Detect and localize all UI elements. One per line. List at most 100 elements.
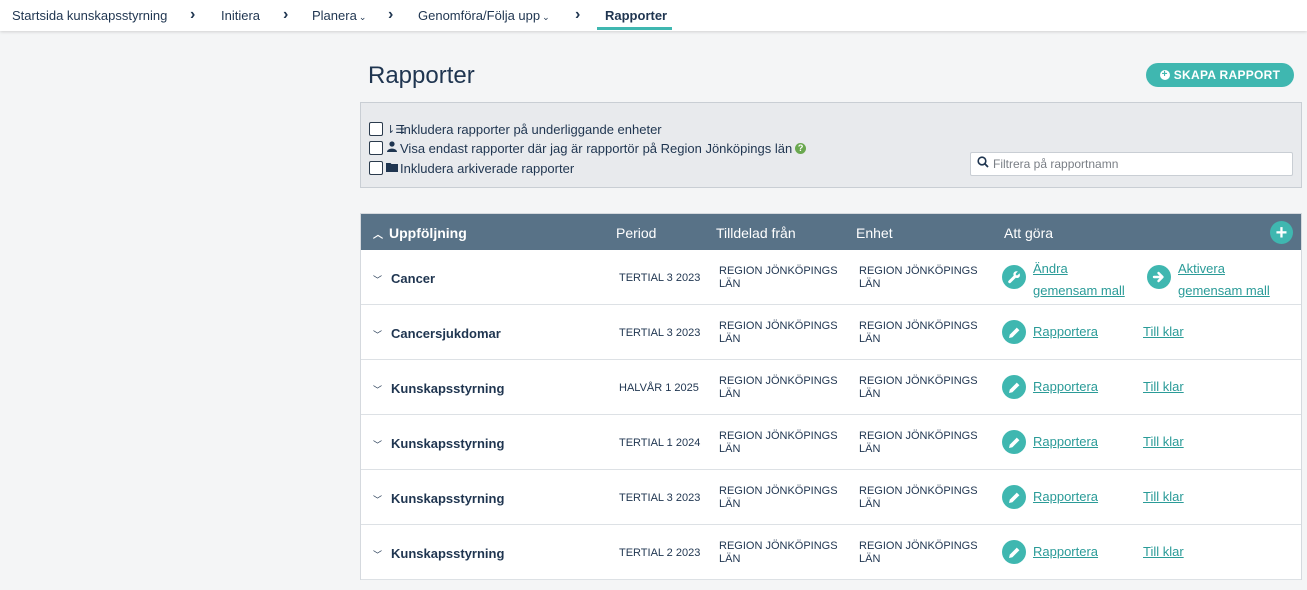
row-unit: REGION JÖNKÖPINGS LÄN [859, 485, 978, 510]
search-icon [977, 155, 989, 173]
row-unit: REGION JÖNKÖPINGS LÄN [859, 375, 978, 400]
user-icon [386, 141, 398, 155]
row-expand-toggle[interactable]: ﹀ Cancer [373, 271, 435, 286]
row-name: Cancersjukdomar [391, 326, 501, 341]
table-row: ﹀ Kunskapsstyrning TERTIAL 3 2023 REGION … [361, 470, 1301, 525]
activate-common-template-link[interactable]: Aktivera gemensam mall [1178, 258, 1288, 303]
report-link[interactable]: Rapportera [1033, 376, 1098, 398]
row-expand-toggle[interactable]: ﹀ Kunskapsstyrning [373, 546, 504, 561]
filter-include-archived[interactable]: Inkludera arkiverade rapporter [369, 160, 574, 176]
row-period: TERTIAL 1 2024 [619, 437, 701, 449]
row-period: HALVÅR 1 2025 [619, 382, 699, 394]
row-expand-toggle[interactable]: ﹀ Kunskapsstyrning [373, 381, 504, 396]
group-toggle[interactable]: ︿ Uppföljning [373, 225, 467, 241]
row-name: Cancer [391, 271, 436, 286]
row-period: TERTIAL 2 2023 [619, 547, 701, 559]
mark-done-link[interactable]: Till klar [1143, 486, 1184, 508]
reports-table: ︿ Uppföljning Period Tilldelad från Enhet… [360, 213, 1302, 580]
row-assigned-from: REGION JÖNKÖPINGS LÄN [719, 265, 838, 290]
wrench-icon[interactable] [1002, 265, 1026, 289]
breadcrumb: Startsida kunskapsstyrning › Initiera › … [0, 0, 1307, 31]
report-link[interactable]: Rapportera [1033, 321, 1098, 343]
pencil-icon[interactable] [1002, 320, 1026, 344]
chevron-down-icon: ﹀ [373, 275, 383, 285]
edit-common-template-link[interactable]: Ändra gemensam mall [1033, 258, 1133, 302]
report-link[interactable]: Rapportera [1033, 486, 1098, 508]
arrow-right-icon[interactable] [1147, 265, 1171, 289]
row-unit: REGION JÖNKÖPINGS LÄN [859, 430, 978, 455]
mark-done-link[interactable]: Till klar [1143, 321, 1184, 343]
pencil-icon[interactable] [1002, 430, 1026, 454]
row-expand-toggle[interactable]: ﹀ Cancersjukdomar [373, 326, 501, 341]
only-reporter-label: Visa endast rapporter där jag är rapport… [400, 140, 793, 156]
folder-icon [386, 162, 398, 175]
report-link[interactable]: Rapportera [1033, 541, 1098, 563]
row-expand-toggle[interactable]: ﹀ Kunskapsstyrning [373, 436, 504, 451]
filter-panel: ⇂☰ Inkludera rapporter på underliggande … [360, 102, 1302, 188]
row-name: Kunskapsstyrning [391, 491, 505, 506]
table-row: ﹀ Cancersjukdomar TERTIAL 3 2023 REGION J… [361, 305, 1301, 360]
table-header: ︿ Uppföljning Period Tilldelad från Enhet… [361, 214, 1301, 250]
breadcrumb-label: Genomföra/Följa upp [418, 8, 541, 23]
plus-circle-icon: + [1159, 69, 1170, 80]
chevron-down-icon: ﹀ [373, 495, 383, 505]
chevron-down-icon: ﹀ [373, 440, 383, 450]
include-sub-units-checkbox[interactable] [369, 122, 383, 136]
sort-list-icon: ⇂☰ [386, 123, 406, 136]
breadcrumb-item-startsida[interactable]: Startsida kunskapsstyrning [12, 8, 167, 23]
pencil-icon[interactable] [1002, 375, 1026, 399]
create-report-button[interactable]: + SKAPA RAPPORT [1146, 63, 1294, 87]
chevron-right-icon: › [388, 6, 394, 23]
breadcrumb-label: Planera [312, 8, 357, 23]
row-unit: REGION JÖNKÖPINGS LÄN [859, 540, 978, 565]
add-report-button[interactable]: + [1270, 221, 1293, 244]
chevron-down-icon: ﹀ [373, 550, 383, 560]
mark-done-link[interactable]: Till klar [1143, 376, 1184, 398]
chevron-right-icon: › [575, 6, 581, 23]
chevron-down-icon: ﹀ [373, 330, 383, 340]
chevron-down-icon: ﹀ [373, 385, 383, 395]
chevron-right-icon: › [283, 6, 289, 23]
row-period: TERTIAL 3 2023 [619, 327, 701, 339]
create-report-label: SKAPA RAPPORT [1173, 68, 1281, 82]
row-assigned-from: REGION JÖNKÖPINGS LÄN [719, 540, 838, 565]
column-period: Period [616, 225, 657, 241]
row-unit: REGION JÖNKÖPINGS LÄN [859, 265, 978, 290]
breadcrumb-item-planera[interactable]: Planera ⌄ [312, 8, 366, 23]
chevron-up-icon: ︿ [373, 230, 383, 241]
table-row: ﹀ Kunskapsstyrning TERTIAL 2 2023 REGION … [361, 525, 1301, 580]
column-assigned-from: Tilldelad från [716, 225, 796, 241]
column-todo: Att göra [1004, 225, 1054, 241]
report-link[interactable]: Rapportera [1033, 431, 1098, 453]
report-name-search-input[interactable] [993, 157, 1283, 171]
page-title: Rapporter [368, 62, 475, 89]
chevron-right-icon: › [190, 6, 196, 23]
row-unit: REGION JÖNKÖPINGS LÄN [859, 320, 978, 345]
include-archived-label: Inkludera arkiverade rapporter [400, 160, 575, 176]
table-row: ﹀ Kunskapsstyrning TERTIAL 1 2024 REGION … [361, 415, 1301, 470]
chevron-down-icon: ⌄ [358, 12, 367, 22]
row-expand-toggle[interactable]: ﹀ Kunskapsstyrning [373, 491, 504, 506]
breadcrumb-item-initiera[interactable]: Initiera [221, 8, 260, 23]
pencil-icon[interactable] [1002, 540, 1026, 564]
filter-include-sub-units[interactable]: ⇂☰ Inkludera rapporter på underliggande … [369, 121, 662, 137]
row-assigned-from: REGION JÖNKÖPINGS LÄN [719, 375, 838, 400]
breadcrumb-item-genomfora[interactable]: Genomföra/Följa upp ⌄ [418, 8, 550, 23]
mark-done-link[interactable]: Till klar [1143, 541, 1184, 563]
include-archived-checkbox[interactable] [369, 161, 383, 175]
row-period: TERTIAL 3 2023 [619, 492, 701, 504]
mark-done-link[interactable]: Till klar [1143, 431, 1184, 453]
pencil-icon[interactable] [1002, 485, 1026, 509]
column-unit: Enhet [856, 225, 893, 241]
help-icon[interactable]: ? [795, 142, 807, 154]
breadcrumb-item-rapporter[interactable]: Rapporter [605, 8, 667, 23]
include-sub-units-label: Inkludera rapporter på underliggande enh… [400, 121, 662, 137]
filter-only-reporter[interactable]: Visa endast rapporter där jag är rapport… [369, 140, 807, 156]
table-row: ﹀ Cancer TERTIAL 3 2023 REGION JÖNKÖPINGS… [361, 250, 1301, 305]
group-label: Uppföljning [389, 225, 467, 241]
report-name-filter [970, 152, 1293, 176]
row-assigned-from: REGION JÖNKÖPINGS LÄN [719, 320, 838, 345]
only-reporter-checkbox[interactable] [369, 141, 383, 155]
row-name: Kunskapsstyrning [391, 546, 505, 561]
row-period: TERTIAL 3 2023 [619, 272, 701, 284]
